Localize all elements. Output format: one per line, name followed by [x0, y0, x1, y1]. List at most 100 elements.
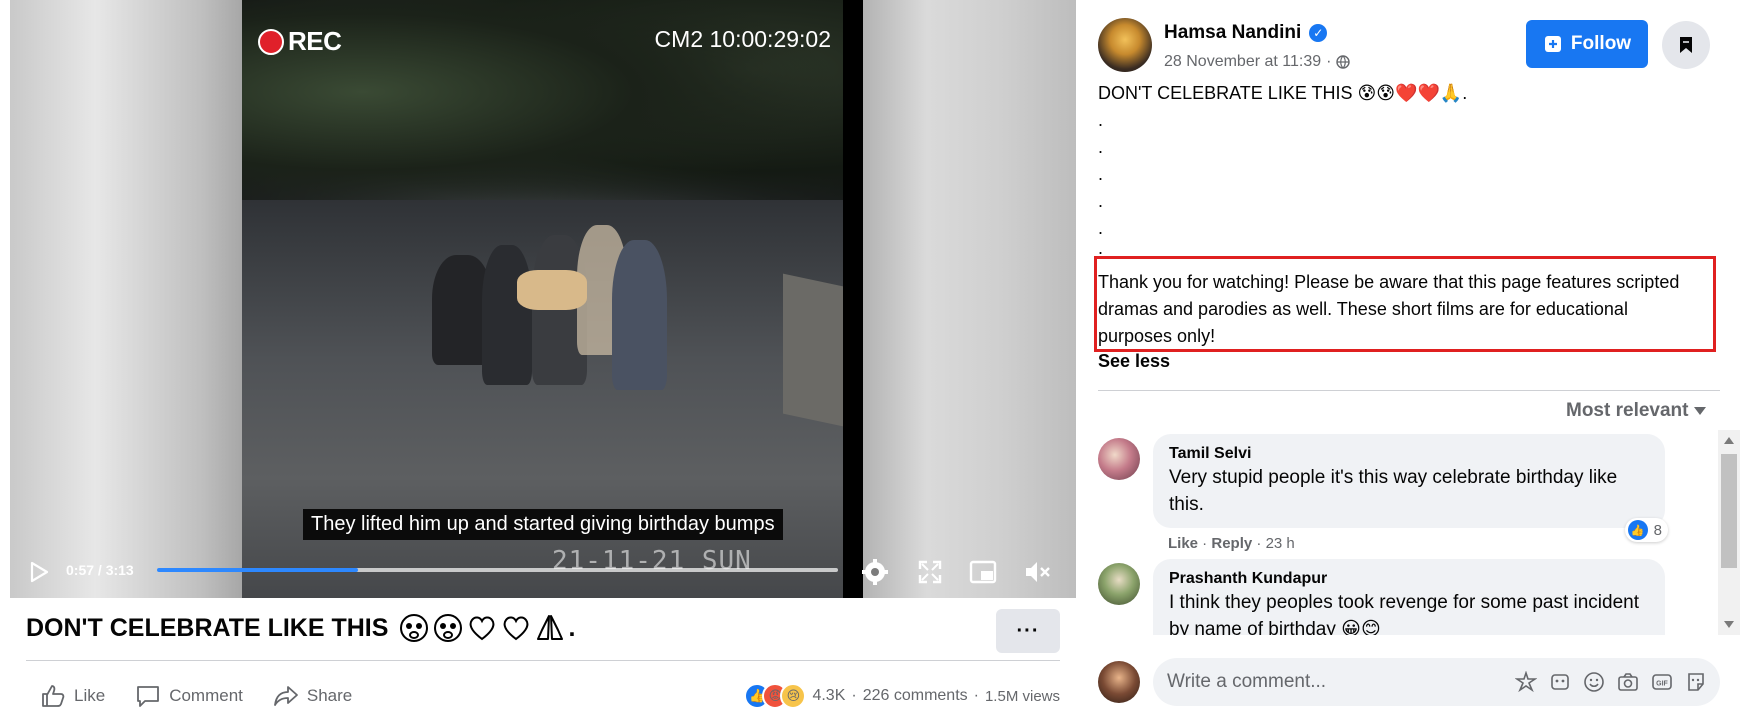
comment-bubble: Prashanth Kundapur I think they peoples … — [1153, 559, 1665, 635]
stats-separator: · — [973, 687, 979, 704]
see-less-link[interactable]: See less — [1098, 351, 1170, 372]
bookmark-icon — [1680, 37, 1692, 53]
globe-icon — [1336, 55, 1351, 69]
caption-dot: . — [1098, 218, 1104, 238]
comment-like-link[interactable]: Like — [1168, 535, 1198, 552]
caption-dot: . — [1098, 191, 1104, 211]
picture-in-picture-icon[interactable] — [968, 557, 998, 587]
follow-plus-icon — [1544, 36, 1561, 52]
comment-count[interactable]: 226 comments — [863, 687, 968, 705]
sad-reaction-icon: 😢 — [780, 683, 807, 709]
caret-down-icon — [1694, 407, 1707, 415]
video-time: 0:57 / 3:13 — [66, 562, 134, 578]
comment-label: Comment — [169, 686, 243, 705]
commenter-name[interactable]: Prashanth Kundapur — [1169, 569, 1649, 589]
comment-reactions[interactable]: 👍 8 — [1624, 518, 1668, 542]
comments-divider — [1098, 390, 1720, 391]
share-arrow-icon — [273, 686, 298, 706]
comment-reaction-count: 8 — [1653, 521, 1662, 539]
scroll-up-arrow-icon[interactable] — [1724, 437, 1734, 444]
comments-scrollbar[interactable] — [1718, 430, 1740, 635]
stats-separator: · — [851, 687, 857, 704]
verified-badge-icon: ✓ — [1309, 24, 1328, 42]
scroll-down-arrow-icon[interactable] — [1724, 621, 1734, 628]
video-scene-wall — [783, 273, 843, 427]
comment-age[interactable]: 23 h — [1266, 535, 1295, 552]
more-options-button[interactable]: ··· — [996, 609, 1060, 653]
post-timestamp[interactable]: 28 November at 11:39 — [1164, 53, 1321, 71]
commenter-avatar[interactable] — [1098, 438, 1140, 480]
reaction-count[interactable]: 4.3K — [812, 687, 845, 705]
view-count: 1.5M views — [984, 687, 1060, 705]
meta-separator: · — [1326, 53, 1332, 70]
settings-gear-icon[interactable] — [860, 557, 890, 587]
follow-label: Follow — [1570, 33, 1632, 54]
rec-label: REC — [288, 26, 342, 56]
video-controls: 0:57 / 3:13 — [10, 545, 1076, 598]
caption-dot: . — [1098, 164, 1104, 184]
caption-dot: . — [1098, 242, 1104, 254]
post-caption: DON'T CELEBRATE LIKE THIS 😰😰❤️❤️🙏. . . .… — [1098, 80, 1728, 254]
video-subtitle: They lifted him up and started giving bi… — [303, 509, 783, 540]
anxious-face-icon — [400, 614, 429, 642]
mute-icon[interactable] — [1022, 557, 1052, 587]
gif-icon[interactable]: GIF — [1650, 670, 1674, 694]
reaction-icons[interactable]: 👍 😡 😢 — [744, 683, 807, 709]
comment-input-tools: GIF — [1514, 670, 1708, 694]
camera-timecode: CM2 10:00:29:02 — [654, 26, 831, 52]
author-avatar[interactable] — [1098, 18, 1152, 72]
comment-bubble-icon — [137, 686, 160, 707]
sticker-face-icon[interactable] — [1684, 670, 1708, 694]
video-frame[interactable]: REC CM2 10:00:29:02 They lifted him up a… — [242, 0, 843, 598]
author-row: Hamsa Nandini ✓ — [1164, 22, 1328, 44]
caption-dot: . — [1098, 137, 1104, 157]
comments-list[interactable]: Tamil Selvi Very stupid people it's this… — [1098, 430, 1738, 635]
like-reaction-icon: 👍 — [1627, 520, 1648, 540]
follow-button[interactable]: Follow — [1526, 20, 1648, 68]
comment-reply-link[interactable]: Reply — [1211, 535, 1252, 552]
progress-bar[interactable] — [157, 568, 838, 572]
comment-input-placeholder: Write a comment... — [1167, 671, 1327, 692]
author-name[interactable]: Hamsa Nandini — [1164, 22, 1301, 44]
thumbs-up-icon — [42, 685, 65, 707]
camera-icon[interactable] — [1616, 670, 1640, 694]
comment-input[interactable]: Write a comment... GIF — [1153, 658, 1720, 706]
anxious-face-icon — [434, 614, 463, 642]
svg-text:GIF: GIF — [1656, 681, 1668, 688]
save-post-button[interactable] — [1662, 21, 1710, 69]
scrollbar-thumb[interactable] — [1721, 454, 1737, 568]
current-user-avatar — [1098, 661, 1140, 703]
like-label: Like — [74, 686, 106, 705]
post-divider — [26, 660, 1060, 661]
avatar-sticker-icon[interactable] — [1514, 670, 1538, 694]
heart-outline-icon — [504, 616, 529, 641]
post-title-suffix: . — [568, 613, 576, 642]
post-stats: 👍 😡 😢 4.3K · 226 comments · 1.5M views — [744, 683, 1060, 709]
post-title-text: DON'T CELEBRATE LIKE THIS — [26, 613, 389, 642]
page: REC CM2 10:00:29:02 They lifted him up a… — [0, 0, 1749, 717]
fullscreen-icon[interactable] — [915, 557, 945, 587]
post-title: DON'T CELEBRATE LIKE THIS . — [26, 612, 575, 644]
share-button[interactable]: Share — [273, 683, 352, 709]
rec-indicator: REC — [258, 26, 342, 57]
caption-first-line: DON'T CELEBRATE LIKE THIS 😰😰❤️❤️🙏. — [1098, 83, 1468, 103]
sticker-icon[interactable] — [1548, 670, 1572, 694]
comment-footer: Like · Reply · 23 h — [1168, 535, 1295, 552]
video-player[interactable]: REC CM2 10:00:29:02 They lifted him up a… — [10, 0, 1076, 598]
comment-text: I think they peoples took revenge for so… — [1169, 592, 1639, 635]
folded-hands-icon — [537, 615, 564, 640]
write-comment-row: Write a comment... GIF — [1098, 658, 1728, 708]
commenter-avatar[interactable] — [1098, 563, 1140, 605]
comment-text: Very stupid people it's this way celebra… — [1169, 467, 1618, 515]
rec-dot-icon — [258, 28, 284, 55]
comment-sort-dropdown[interactable]: Most relevant — [1566, 400, 1707, 422]
play-icon[interactable] — [28, 561, 50, 583]
disclaimer-text: Thank you for watching! Please be aware … — [1098, 272, 1680, 346]
comment-bubble: Tamil Selvi Very stupid people it's this… — [1153, 434, 1665, 528]
comment-button[interactable]: Comment — [135, 683, 243, 709]
caption-dot: . — [1098, 110, 1104, 130]
emoji-icon[interactable] — [1582, 670, 1606, 694]
commenter-name[interactable]: Tamil Selvi — [1169, 444, 1649, 464]
like-button[interactable]: Like — [40, 683, 105, 709]
post-actions: Like Comment Share — [40, 683, 352, 709]
